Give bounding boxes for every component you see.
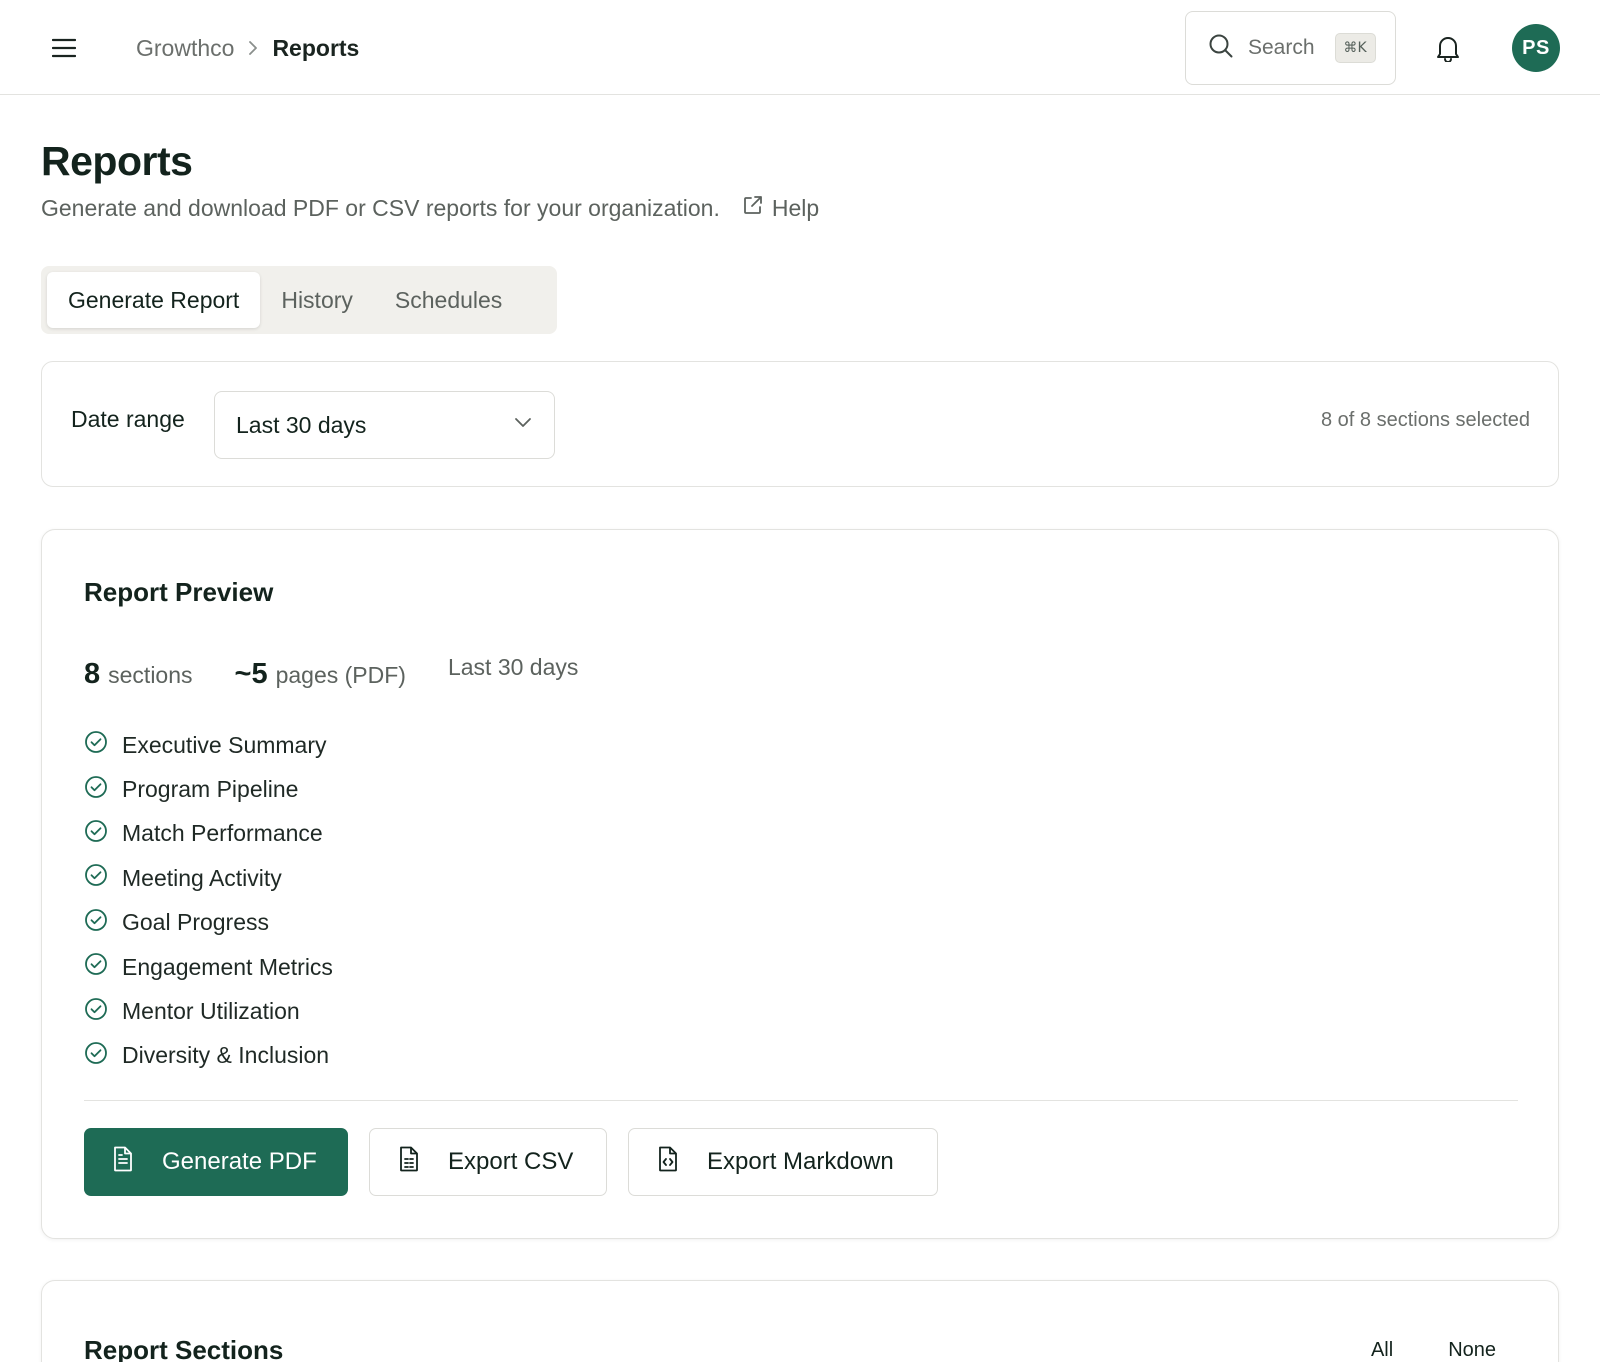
check-circle-icon: [84, 908, 108, 938]
check-circle-icon: [84, 819, 108, 849]
export-csv-label: Export CSV: [448, 1148, 574, 1175]
check-circle-icon: [84, 730, 108, 760]
help-label: Help: [771, 194, 820, 221]
list-item: Executive Summary: [84, 723, 333, 767]
list-item: Program Pipeline: [84, 767, 333, 811]
export-actions: Generate PDF Export CSV Export Markdown: [84, 1128, 938, 1196]
select-none-button[interactable]: None: [1448, 1339, 1496, 1362]
section-select-controls: All None: [1371, 1339, 1496, 1362]
avatar[interactable]: PS: [1512, 24, 1560, 72]
report-preview-title: Report Preview: [84, 577, 274, 607]
file-text-icon: [112, 1146, 134, 1179]
section-name: Diversity & Inclusion: [122, 1042, 330, 1069]
tab-bar: Generate Report History Schedules: [41, 266, 557, 334]
check-circle-icon: [84, 997, 108, 1027]
page-title: Reports: [41, 138, 193, 184]
breadcrumb: Growthco Reports: [136, 30, 359, 66]
stat-sections: 8 sections: [84, 658, 193, 691]
list-item: Goal Progress: [84, 901, 333, 945]
filter-card: Date range Last 30 days 8 of 8 sections …: [41, 361, 1559, 487]
page-subtitle: Generate and download PDF or CSV reports…: [41, 194, 819, 222]
external-link-icon: [742, 194, 764, 222]
export-markdown-label: Export Markdown: [707, 1148, 894, 1175]
chevron-right-icon: [248, 40, 258, 56]
stat-pages: ~5 pages (PDF): [235, 658, 406, 691]
export-csv-button[interactable]: Export CSV: [369, 1128, 607, 1196]
file-code-icon: [657, 1146, 679, 1179]
section-name: Goal Progress: [122, 909, 270, 936]
chevron-down-icon: [514, 416, 532, 434]
list-item: Match Performance: [84, 812, 333, 856]
search-shortcut-badge: ⌘K: [1334, 33, 1376, 63]
check-circle-icon: [84, 863, 108, 893]
section-name: Mentor Utilization: [122, 998, 300, 1025]
date-range-select[interactable]: Last 30 days: [214, 391, 555, 459]
export-markdown-button[interactable]: Export Markdown: [628, 1128, 938, 1196]
preview-stats: 8 sections ~5 pages (PDF) Last 30 days: [84, 654, 578, 691]
tab-schedules[interactable]: Schedules: [374, 272, 523, 328]
search-button[interactable]: Search ⌘K: [1185, 11, 1396, 85]
file-spreadsheet-icon: [398, 1146, 420, 1179]
divider: [84, 1100, 1518, 1101]
menu-icon[interactable]: [44, 28, 84, 68]
stat-pages-count: ~5: [234, 658, 268, 690]
section-name: Meeting Activity: [122, 864, 282, 891]
report-sections-title: Report Sections: [84, 1335, 284, 1362]
search-label: Search: [1248, 36, 1315, 59]
list-item: Engagement Metrics: [84, 945, 333, 989]
tab-history[interactable]: History: [260, 272, 374, 328]
tab-generate-report[interactable]: Generate Report: [47, 272, 261, 328]
date-range-label: Date range: [71, 406, 185, 432]
check-circle-icon: [84, 952, 108, 982]
page-description: Generate and download PDF or CSV reports…: [41, 194, 720, 221]
breadcrumb-current: Reports: [272, 34, 360, 61]
generate-pdf-button[interactable]: Generate PDF: [84, 1128, 348, 1196]
sections-selected-count: 8 of 8 sections selected: [1320, 409, 1530, 431]
preview-section-list: Executive Summary Program Pipeline Match…: [84, 723, 333, 1078]
check-circle-icon: [84, 775, 108, 805]
stat-pages-label: pages (PDF): [275, 662, 406, 688]
section-name: Match Performance: [122, 820, 323, 847]
check-circle-icon: [84, 1041, 108, 1071]
date-range-value: Last 30 days: [236, 411, 367, 438]
list-item: Diversity & Inclusion: [84, 1034, 333, 1078]
list-item: Meeting Activity: [84, 856, 333, 900]
stat-sections-label: sections: [108, 662, 193, 688]
generate-pdf-label: Generate PDF: [162, 1148, 317, 1175]
section-name: Program Pipeline: [122, 776, 299, 803]
report-preview-card: Report Preview 8 sections ~5 pages (PDF)…: [41, 529, 1559, 1239]
section-name: Executive Summary: [122, 731, 327, 758]
list-item: Mentor Utilization: [84, 989, 333, 1033]
help-link[interactable]: Help: [742, 194, 819, 222]
select-all-button[interactable]: All: [1371, 1339, 1393, 1362]
bell-icon[interactable]: [1428, 28, 1468, 68]
stat-date-range: Last 30 days: [447, 654, 579, 680]
breadcrumb-org[interactable]: Growthco: [136, 35, 234, 62]
report-sections-card: Report Sections All None: [41, 1280, 1559, 1362]
stat-sections-count: 8: [84, 658, 101, 690]
top-bar: Growthco Reports Search ⌘K PS: [0, 0, 1600, 95]
search-icon: [1208, 33, 1234, 64]
section-name: Engagement Metrics: [122, 953, 333, 980]
